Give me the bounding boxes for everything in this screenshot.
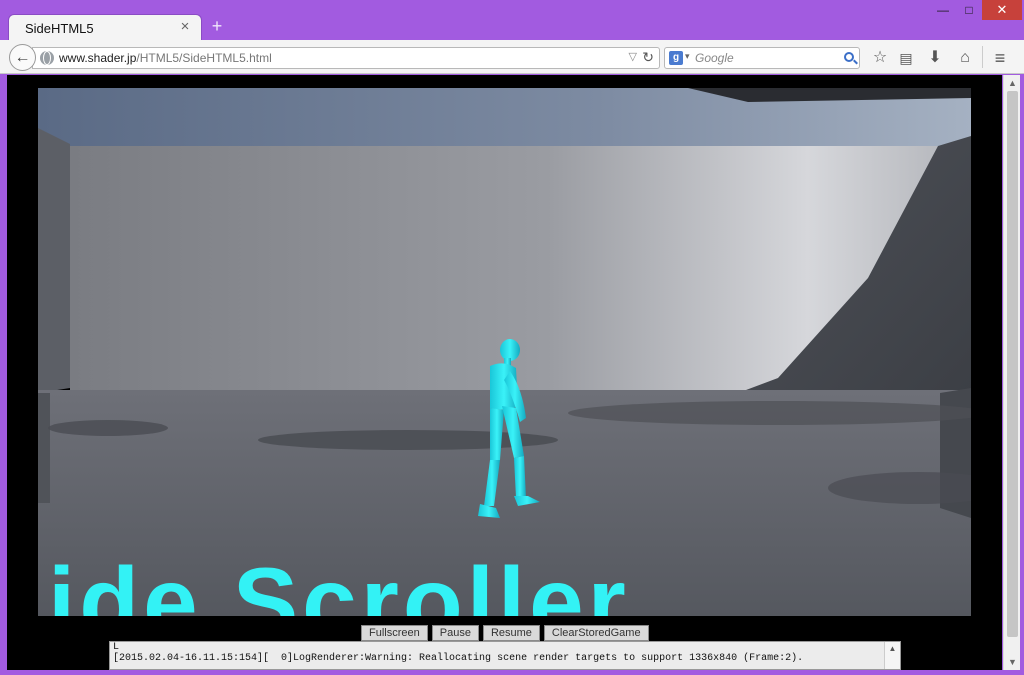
search-engine-dropdown-icon[interactable]: ▾ xyxy=(685,51,690,62)
left-wall xyxy=(38,128,70,393)
search-bar[interactable]: g ▾ xyxy=(664,47,860,69)
clear-stored-game-button[interactable]: ClearStoredGame xyxy=(543,625,649,641)
console-line: [2015.02.04-16.11.15:154][ 0]LogRenderer… xyxy=(113,653,804,664)
title-bar: SideHTML5 × + — □ ✕ xyxy=(0,0,1024,42)
url-text[interactable]: www.shader.jp/HTML5/SideHTML5.html xyxy=(59,51,272,65)
tab-title: SideHTML5 xyxy=(25,21,94,36)
character-head xyxy=(500,339,520,361)
console-scroll-up-icon[interactable]: ▲ xyxy=(884,642,900,669)
window-frame-left xyxy=(0,75,7,675)
tab-sidehtml5[interactable]: SideHTML5 × xyxy=(8,14,202,42)
url-domain: www.shader.jp xyxy=(59,51,137,65)
page-scrollbar[interactable]: ▲ ▼ xyxy=(1003,75,1020,670)
search-input[interactable] xyxy=(695,50,835,66)
close-window-button[interactable]: ✕ xyxy=(982,0,1022,20)
hamburger-menu-icon[interactable]: ≡ xyxy=(990,48,1010,68)
pause-button[interactable]: Pause xyxy=(431,625,479,641)
google-icon[interactable]: g xyxy=(669,51,683,65)
download-icon[interactable]: ⬇ xyxy=(925,48,945,68)
search-icon[interactable] xyxy=(844,52,854,62)
reading-list-icon[interactable]: ▤ xyxy=(896,48,916,68)
maximize-button[interactable]: □ xyxy=(956,0,982,20)
tab-close-icon[interactable]: × xyxy=(177,19,193,35)
url-bar[interactable]: www.shader.jp/HTML5/SideHTML5.html ▽ ↻ xyxy=(32,47,660,69)
scroll-thumb[interactable] xyxy=(1007,91,1018,637)
scroll-up-icon[interactable]: ▲ xyxy=(1008,78,1017,88)
navigation-toolbar: www.shader.jp/HTML5/SideHTML5.html ▽ ↻ ←… xyxy=(0,40,1024,74)
left-pillar xyxy=(38,393,50,503)
minimize-button[interactable]: — xyxy=(930,0,956,20)
reload-icon[interactable]: ↻ xyxy=(642,49,654,66)
shadow-left xyxy=(48,420,168,436)
floor-text: ide Scroller xyxy=(48,547,630,616)
back-button[interactable]: ← xyxy=(9,44,36,71)
resume-button[interactable]: Resume xyxy=(482,625,540,641)
game-canvas[interactable]: ide Scroller xyxy=(38,88,971,616)
shadow-right xyxy=(568,401,971,425)
toolbar-separator xyxy=(982,46,983,68)
scroll-down-icon[interactable]: ▼ xyxy=(1008,657,1017,667)
console-line: L xyxy=(113,642,120,653)
control-button-row: Fullscreen Pause Resume ClearStoredGame xyxy=(361,625,649,641)
home-icon[interactable]: ⌂ xyxy=(955,48,975,68)
page-content: ide Scroller Fullscreen Pause Resume Cle… xyxy=(7,75,1002,670)
bookmark-star-icon[interactable]: ☆ xyxy=(870,48,890,68)
fullscreen-button[interactable]: Fullscreen xyxy=(361,625,428,641)
url-dropdown-icon[interactable]: ▽ xyxy=(629,50,637,63)
globe-icon xyxy=(40,51,54,65)
url-path: /HTML5/SideHTML5.html xyxy=(136,51,272,65)
character-lower-leg-front xyxy=(514,456,526,498)
log-console[interactable]: L [2015.02.04-16.11.15:154][ 0]LogRender… xyxy=(109,641,901,670)
window-frame-right xyxy=(1020,75,1024,675)
new-tab-icon[interactable]: + xyxy=(208,17,226,35)
